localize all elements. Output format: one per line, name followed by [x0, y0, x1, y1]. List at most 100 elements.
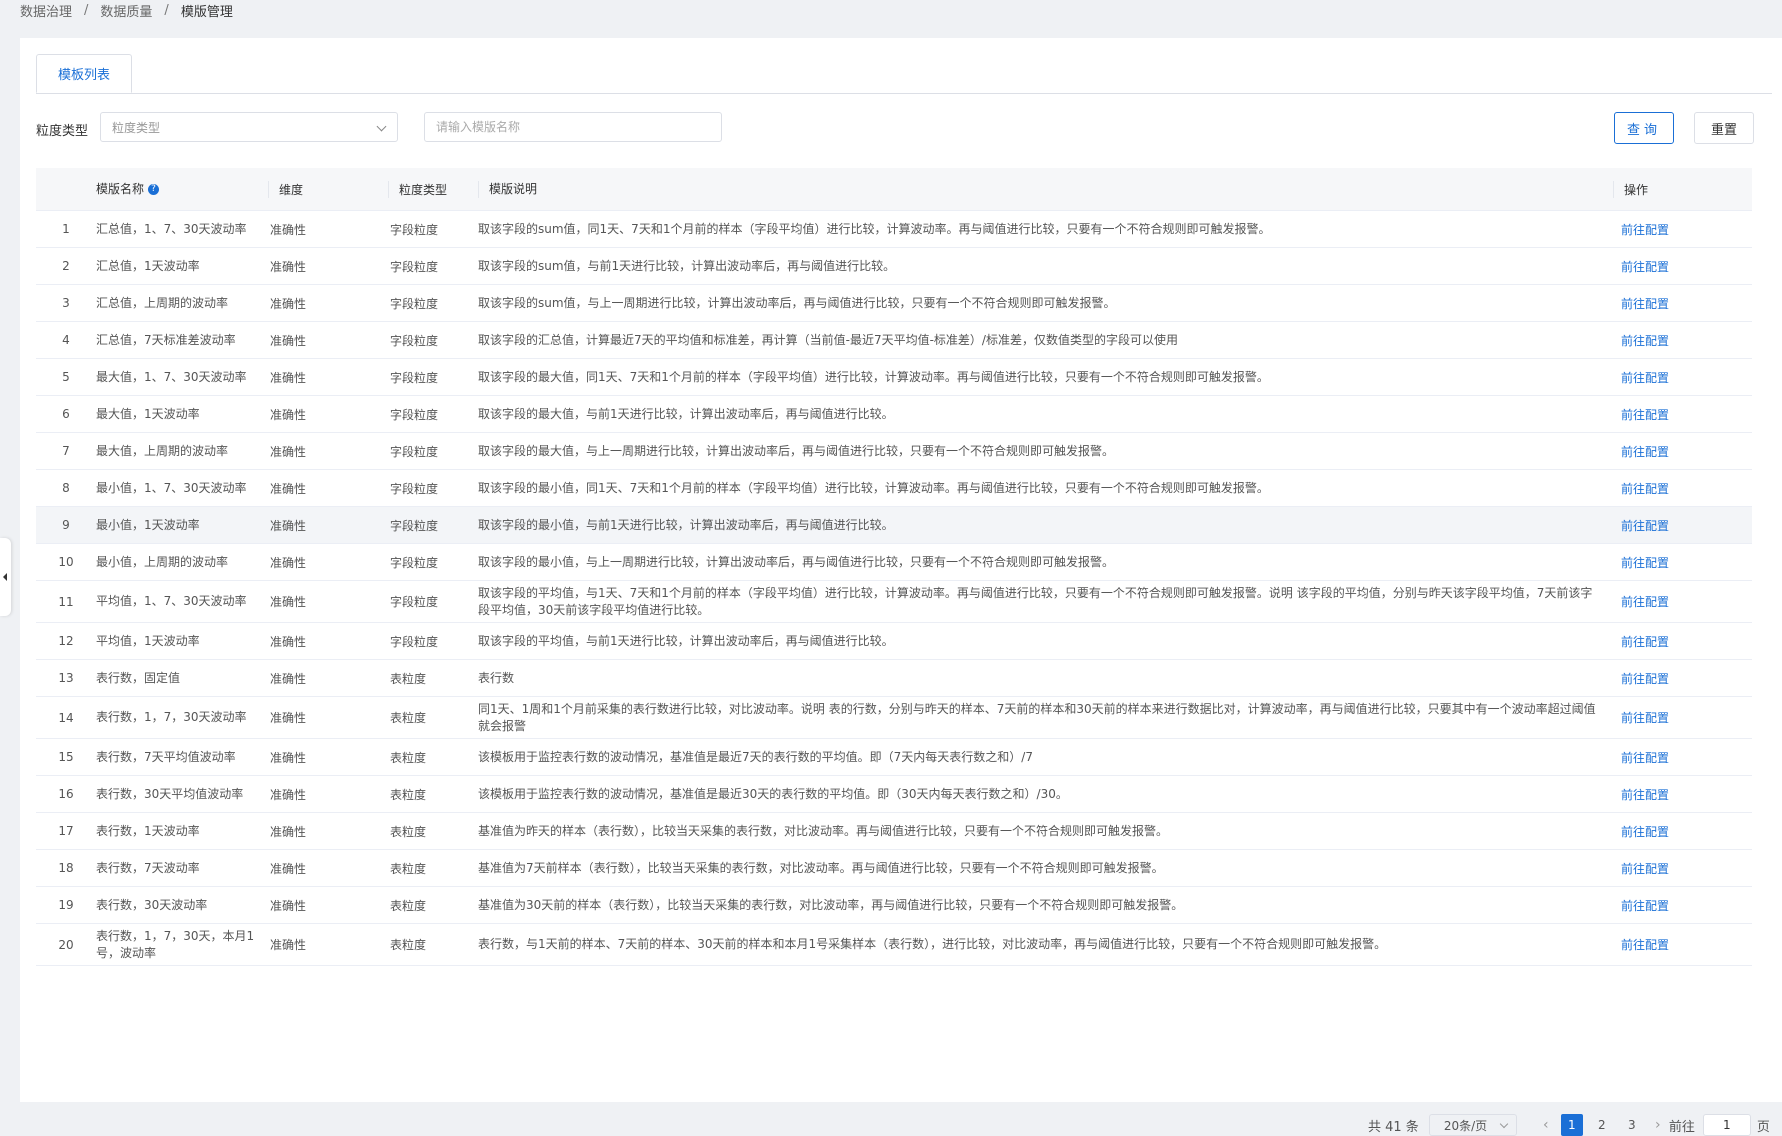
- row-index: 7: [62, 444, 70, 458]
- row-dimension: 准确性: [270, 370, 307, 385]
- row-dimension: 准确性: [270, 518, 307, 533]
- page-3[interactable]: 3: [1621, 1114, 1643, 1136]
- table-row: 20 表行数，1，7，30天，本月1号，波动率 准确性 表粒度 表行数，与1天前的样本、…: [36, 924, 1752, 966]
- row-description: 取该字段的最小值，与前1天进行比较，计算出波动率后，再与阈值进行比较。: [478, 517, 894, 532]
- configure-link[interactable]: 前往配置: [1613, 749, 1752, 766]
- row-template-name: 表行数，30天平均值波动率: [96, 786, 244, 801]
- row-template-name: 最大值，上周期的波动率: [96, 443, 229, 458]
- configure-link[interactable]: 前往配置: [1613, 517, 1752, 534]
- row-template-name: 平均值，1天波动率: [96, 633, 200, 648]
- configure-link[interactable]: 前往配置: [1613, 860, 1752, 877]
- table-row: 10 最小值，上周期的波动率 准确性 字段粒度 取该字段的最小值，与上一周期进行比较，计…: [36, 544, 1752, 581]
- configure-link[interactable]: 前往配置: [1613, 936, 1752, 953]
- row-template-name: 汇总值，7天标准差波动率: [96, 332, 236, 347]
- row-granularity: 表粒度: [390, 824, 427, 839]
- row-description: 该模板用于监控表行数的波动情况，基准值是最近30天的表行数的平均值。即（30天内…: [478, 786, 1068, 801]
- configure-link[interactable]: 前往配置: [1613, 221, 1752, 238]
- table-row: 11 平均值，1、7、30天波动率 准确性 字段粒度 取该字段的平均值，与1天、7天和1…: [36, 581, 1752, 623]
- configure-link[interactable]: 前往配置: [1613, 258, 1752, 275]
- row-template-name: 汇总值，上周期的波动率: [96, 295, 229, 310]
- row-dimension: 准确性: [270, 333, 307, 348]
- row-description: 取该字段的最大值，与前1天进行比较，计算出波动率后，再与阈值进行比较。: [478, 406, 894, 421]
- configure-link[interactable]: 前往配置: [1613, 295, 1752, 312]
- table-row: 8 最小值，1、7、30天波动率 准确性 字段粒度 取该字段的最小值，同1天、7天和1个…: [36, 470, 1752, 507]
- configure-link[interactable]: 前往配置: [1613, 786, 1752, 803]
- goto-page-input[interactable]: [1702, 1114, 1751, 1136]
- tab-template-list[interactable]: 模板列表: [36, 54, 132, 93]
- table-row: 6 最大值，1天波动率 准确性 字段粒度 取该字段的最大值，与前1天进行比较，计算出波动…: [36, 396, 1752, 433]
- row-granularity: 表粒度: [390, 861, 427, 876]
- configure-link[interactable]: 前往配置: [1613, 633, 1752, 650]
- row-dimension: 准确性: [270, 711, 307, 725]
- row-granularity: 字段粒度: [390, 518, 439, 533]
- sidebar-collapse-toggle[interactable]: [0, 538, 11, 616]
- row-description: 取该字段的最小值，与上一周期进行比较，计算出波动率后，再与阈值进行比较，只要有一…: [478, 554, 1115, 569]
- row-index: 6: [62, 407, 70, 421]
- configure-link[interactable]: 前往配置: [1613, 443, 1752, 460]
- header-dimension: 维度: [268, 180, 388, 198]
- row-index: 1: [62, 222, 70, 236]
- row-granularity: 字段粒度: [390, 481, 439, 496]
- configure-link[interactable]: 前往配置: [1613, 369, 1752, 386]
- row-description: 基准值为昨天的样本（表行数），比较当天采集的表行数，对比波动率。再与阈值进行比较…: [478, 823, 1169, 838]
- row-template-name: 最小值，上周期的波动率: [96, 554, 229, 569]
- chevron-down-icon: [1499, 1119, 1509, 1129]
- row-granularity: 字段粒度: [390, 595, 439, 609]
- row-description: 表行数: [478, 670, 515, 685]
- row-dimension: 准确性: [270, 222, 307, 237]
- breadcrumb-item-governance[interactable]: 数据治理: [20, 1, 72, 20]
- row-index: 9: [62, 518, 70, 532]
- query-button[interactable]: 查询: [1614, 112, 1674, 144]
- next-page-icon[interactable]: ›: [1651, 1117, 1665, 1133]
- row-granularity: 表粒度: [390, 898, 427, 913]
- configure-link[interactable]: 前往配置: [1613, 480, 1752, 497]
- row-granularity: 字段粒度: [390, 370, 439, 385]
- row-granularity: 字段粒度: [390, 296, 439, 311]
- row-dimension: 准确性: [270, 595, 307, 609]
- page-1[interactable]: 1: [1560, 1114, 1583, 1136]
- row-dimension: 准确性: [270, 787, 307, 802]
- configure-link[interactable]: 前往配置: [1613, 406, 1752, 423]
- page-2[interactable]: 2: [1591, 1114, 1613, 1136]
- help-icon[interactable]: ?: [148, 183, 160, 195]
- prev-page-icon[interactable]: ‹: [1539, 1117, 1553, 1133]
- row-template-name: 最小值，1天波动率: [96, 517, 200, 532]
- breadcrumb-item-quality[interactable]: 数据质量: [100, 1, 152, 20]
- table-row: 13 表行数，固定值 准确性 表粒度 表行数 前往配置: [36, 660, 1752, 697]
- table-header: 模版名称? 维度 粒度类型 模版说明 操作: [36, 168, 1752, 211]
- row-description: 取该字段的最大值，与上一周期进行比较，计算出波动率后，再与阈值进行比较，只要有一…: [478, 443, 1115, 458]
- reset-button[interactable]: 重置: [1694, 112, 1754, 144]
- row-index: 18: [58, 861, 74, 875]
- template-table: 模版名称? 维度 粒度类型 模版说明 操作 1 汇总值，1、7、30天波动率 准确性…: [36, 168, 1752, 966]
- table-body: 1 汇总值，1、7、30天波动率 准确性 字段粒度 取该字段的sum值，同1天、7天和1…: [36, 211, 1752, 966]
- configure-link[interactable]: 前往配置: [1613, 332, 1752, 349]
- row-granularity: 字段粒度: [390, 407, 439, 422]
- row-template-name: 表行数，30天波动率: [96, 897, 208, 912]
- page-size-select[interactable]: 20条/页: [1428, 1114, 1517, 1136]
- row-template-name: 最小值，1、7、30天波动率: [96, 480, 247, 495]
- row-dimension: 准确性: [270, 671, 307, 686]
- row-template-name: 表行数，1，7，30天，本月1号，波动率: [96, 928, 255, 960]
- row-granularity: 字段粒度: [390, 222, 439, 237]
- header-granularity: 粒度类型: [388, 180, 478, 198]
- table-row: 15 表行数，7天平均值波动率 准确性 表粒度 该模板用于监控表行数的波动情况，基准值是…: [36, 739, 1752, 776]
- configure-link[interactable]: 前往配置: [1613, 670, 1752, 687]
- row-granularity: 字段粒度: [390, 259, 439, 274]
- configure-link[interactable]: 前往配置: [1613, 823, 1752, 840]
- row-index: 17: [58, 824, 74, 838]
- configure-link[interactable]: 前往配置: [1613, 709, 1752, 726]
- row-template-name: 表行数，7天平均值波动率: [96, 749, 236, 764]
- row-dimension: 准确性: [270, 481, 307, 496]
- configure-link[interactable]: 前往配置: [1613, 554, 1752, 571]
- header-action: 操作: [1613, 180, 1752, 198]
- row-dimension: 准确性: [270, 750, 307, 765]
- pagination-total: 共 41 条: [1368, 1119, 1419, 1135]
- configure-link[interactable]: 前往配置: [1613, 897, 1752, 914]
- granularity-select[interactable]: 粒度类型: [100, 112, 398, 142]
- row-description: 取该字段的平均值，与1天、7天和1个月前的样本（字段平均值）进行比较，计算波动率…: [478, 585, 1593, 617]
- row-template-name: 最大值，1天波动率: [96, 406, 200, 421]
- template-name-input[interactable]: [424, 112, 722, 142]
- table-row: 12 平均值，1天波动率 准确性 字段粒度 取该字段的平均值，与前1天进行比较，计算出波…: [36, 623, 1752, 660]
- configure-link[interactable]: 前往配置: [1613, 593, 1752, 610]
- table-row: 3 汇总值，上周期的波动率 准确性 字段粒度 取该字段的sum值，与上一周期进行比较，计…: [36, 285, 1752, 322]
